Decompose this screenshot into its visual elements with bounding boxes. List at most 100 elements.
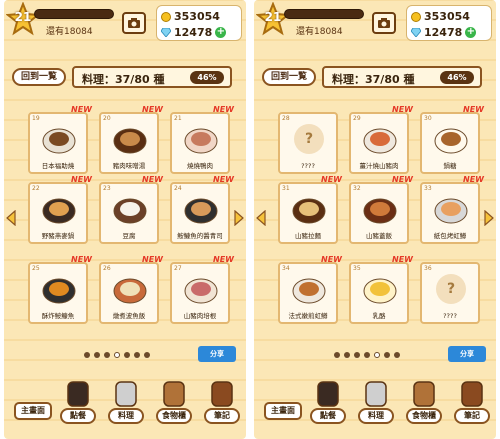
page-dot[interactable] — [364, 352, 370, 358]
recipe-card[interactable]: 36????? — [420, 262, 480, 324]
prev-page-button[interactable] — [6, 209, 16, 227]
recipe-number: 36 — [424, 265, 432, 272]
new-badge: NEW — [321, 175, 342, 184]
chevron-right-icon — [234, 209, 244, 227]
nav-cooking-button[interactable]: 料理 — [358, 380, 394, 428]
camera-button[interactable] — [122, 12, 146, 34]
recipe-card[interactable]: 19 NEW 日本福助燒 — [28, 105, 92, 174]
coin-icon — [411, 11, 421, 22]
recipe-card[interactable]: 23 NEW 豆腐 — [99, 175, 163, 244]
back-to-list-button[interactable]: 回到一覧 — [12, 68, 66, 86]
gem-icon — [411, 28, 421, 37]
nav-notes-button[interactable]: 筆記 — [454, 380, 490, 428]
nav-cooking-button[interactable]: 料理 — [108, 380, 144, 428]
share-label: 分享 — [210, 350, 224, 358]
page-dot[interactable] — [394, 352, 400, 358]
recipe-number: 24 — [174, 185, 182, 192]
recipe-card[interactable]: 27 NEW 山豬肉培根 — [170, 255, 234, 324]
recipe-card[interactable]: 32 NEW 山豬蓋飯 — [349, 175, 413, 244]
recipe-card[interactable]: 24 NEW 鮟鱇魚的醬青司 — [170, 175, 234, 244]
page-dot[interactable] — [354, 352, 360, 358]
recipe-card[interactable]: 25 NEW 酥炸鮟鱇魚 — [28, 255, 92, 324]
nav-cooking-label: 料理 — [108, 408, 144, 424]
back-to-list-button[interactable]: 回到一覧 — [262, 68, 316, 86]
page-dot[interactable] — [334, 352, 340, 358]
recipe-name: 酥炸鮟鱇魚 — [41, 312, 75, 320]
page-dot[interactable] — [104, 352, 110, 358]
share-button[interactable]: 分享 — [448, 346, 486, 362]
nav-order-label: 點餐 — [60, 408, 96, 424]
next-page-button[interactable] — [484, 209, 494, 227]
recipe-card[interactable]: 21 NEW 燒燒鴨肉 — [170, 105, 234, 174]
recipe-card[interactable]: 31 NEW 山豬拉麵 — [278, 175, 342, 244]
nav-cooking-label: 料理 — [358, 408, 394, 424]
coin-count: 353054 — [174, 10, 220, 23]
chef-icon — [317, 381, 339, 407]
recipe-card[interactable]: 22 NEW 野豬燕麥鍋 — [28, 175, 92, 244]
recipe-number: 26 — [103, 265, 111, 272]
ginger-pork-icon — [363, 128, 397, 154]
recipe-card[interactable]: 20 NEW 豬肉味噌湯 — [99, 105, 163, 174]
exp-progress-bar — [34, 9, 114, 19]
recipe-number: 21 — [174, 115, 182, 122]
recipe-card[interactable]: 29 NEW 薑汁燒山豬肉 — [349, 105, 413, 174]
recipe-name: 乳酪 — [372, 312, 386, 320]
page-dot[interactable] — [144, 352, 150, 358]
recipe-card[interactable]: 28????? — [278, 112, 338, 174]
recipe-card[interactable]: 30 NEW 鍋糖 — [420, 105, 484, 174]
gratin-icon — [113, 278, 147, 304]
level-star: 21 — [255, 1, 291, 36]
main-screen-button[interactable]: 主畫面 — [264, 402, 302, 420]
gem-count: 12478 — [424, 26, 463, 39]
miso-soup-icon — [113, 128, 147, 154]
hotpot-icon — [42, 198, 76, 224]
recipe-card[interactable]: 34 NEW 法式嫩煎虹鱒 — [278, 255, 342, 324]
nav-notes-button[interactable]: 筆記 — [204, 380, 240, 428]
grilled-fish-icon — [42, 128, 76, 154]
new-badge: NEW — [463, 105, 484, 114]
page-dot[interactable] — [94, 352, 100, 358]
chevron-right-icon — [484, 209, 494, 227]
page-title: 料理：37/80 種 — [332, 73, 415, 86]
page-indicator — [84, 352, 150, 358]
nav-pantry-button[interactable]: 食物櫃 — [156, 380, 192, 428]
new-badge: NEW — [213, 105, 234, 114]
next-page-button[interactable] — [234, 209, 244, 227]
currency-panel: 353054 12478 + — [406, 5, 492, 41]
nav-pantry-button[interactable]: 食物櫃 — [406, 380, 442, 428]
page-dot[interactable] — [124, 352, 130, 358]
add-gems-button[interactable]: + — [465, 27, 477, 38]
recipe-number: 25 — [32, 265, 40, 272]
recipe-name: 山豬肉培根 — [183, 312, 217, 320]
page-dot[interactable] — [344, 352, 350, 358]
page-dot[interactable] — [84, 352, 90, 358]
recipe-card[interactable]: 33 NEW 紙包烤虹鱒 — [420, 175, 484, 244]
page-dot[interactable] — [384, 352, 390, 358]
nav-order-button[interactable]: 點餐 — [310, 380, 346, 428]
camera-button[interactable] — [372, 12, 396, 34]
add-gems-button[interactable]: + — [215, 27, 227, 38]
page-dot[interactable] — [374, 352, 380, 358]
recipe-number: 20 — [103, 115, 111, 122]
new-badge: NEW — [392, 175, 413, 184]
collection-title-bar: 料理：37/80 種 46% — [322, 66, 482, 88]
share-label: 分享 — [460, 350, 474, 358]
page-dot[interactable] — [114, 352, 120, 358]
sliced-duck-icon — [184, 128, 218, 154]
share-button[interactable]: 分享 — [198, 346, 236, 362]
recipe-number: 31 — [282, 185, 290, 192]
new-badge: NEW — [71, 175, 92, 184]
main-screen-button[interactable]: 主畫面 — [14, 402, 52, 420]
nav-pantry-label: 食物櫃 — [406, 408, 442, 424]
coin-count: 353054 — [424, 10, 470, 23]
recipe-number: 32 — [353, 185, 361, 192]
shelf-icon — [413, 381, 435, 407]
recipe-card[interactable]: 35 NEW 乳酪 — [349, 255, 413, 324]
recipe-name: ???? — [443, 312, 457, 320]
page-dot[interactable] — [134, 352, 140, 358]
recipe-card[interactable]: 26 NEW 燉煮波魚飯 — [99, 255, 163, 324]
prev-page-button[interactable] — [256, 209, 266, 227]
recipe-number: 35 — [353, 265, 361, 272]
recipe-name: 鮟鱇魚的醬青司 — [177, 232, 223, 240]
nav-order-button[interactable]: 點餐 — [60, 380, 96, 428]
